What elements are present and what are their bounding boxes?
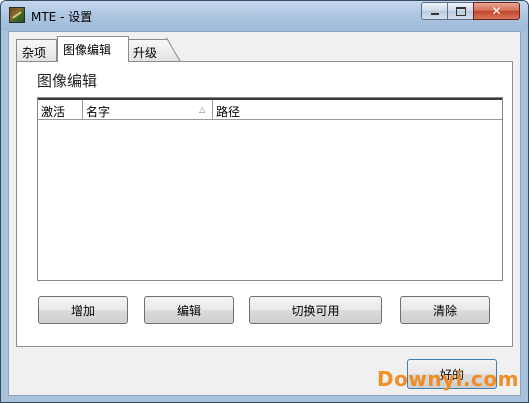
edit-button[interactable]: 编辑 <box>144 296 234 324</box>
editor-list[interactable]: 激活 名字 △ 路径 <box>37 97 503 281</box>
close-icon: ✕ <box>491 4 502 18</box>
minimize-icon <box>430 13 439 15</box>
window-title: MTE - 设置 <box>31 10 93 24</box>
tab-image-edit[interactable]: 图像编辑 <box>57 36 129 62</box>
add-button[interactable]: 增加 <box>38 296 128 324</box>
watermark-logo: Downyi.com <box>377 367 519 391</box>
column-header-active[interactable]: 激活 <box>38 100 83 119</box>
clear-button[interactable]: 清除 <box>400 296 490 324</box>
group-title: 图像编辑 <box>37 72 98 90</box>
list-header: 激活 名字 △ 路径 <box>38 98 502 120</box>
dialog-client-area: 杂项 图像编辑 升级 图像编辑 激活 名字 △ 路径 增加 编辑 切换可用 清除… <box>8 31 521 396</box>
maximize-button[interactable] <box>447 2 474 20</box>
sort-ascending-icon: △ <box>199 105 206 114</box>
title-bar[interactable]: MTE - 设置 ✕ <box>1 1 528 31</box>
maximize-icon <box>455 6 466 16</box>
column-header-path[interactable]: 路径 <box>213 100 502 119</box>
settings-window: MTE - 设置 ✕ 杂项 图像编辑 升级 图像编辑 激活 名字 △ 路径 增加… <box>0 0 529 403</box>
column-header-name-label: 名字 <box>86 105 111 119</box>
tab-misc[interactable]: 杂项 <box>16 39 57 61</box>
column-header-name[interactable]: 名字 <box>83 100 213 119</box>
app-icon <box>9 7 25 23</box>
close-button[interactable]: ✕ <box>473 2 520 20</box>
minimize-button[interactable] <box>421 2 448 20</box>
toggle-enabled-button[interactable]: 切换可用 <box>249 296 382 324</box>
